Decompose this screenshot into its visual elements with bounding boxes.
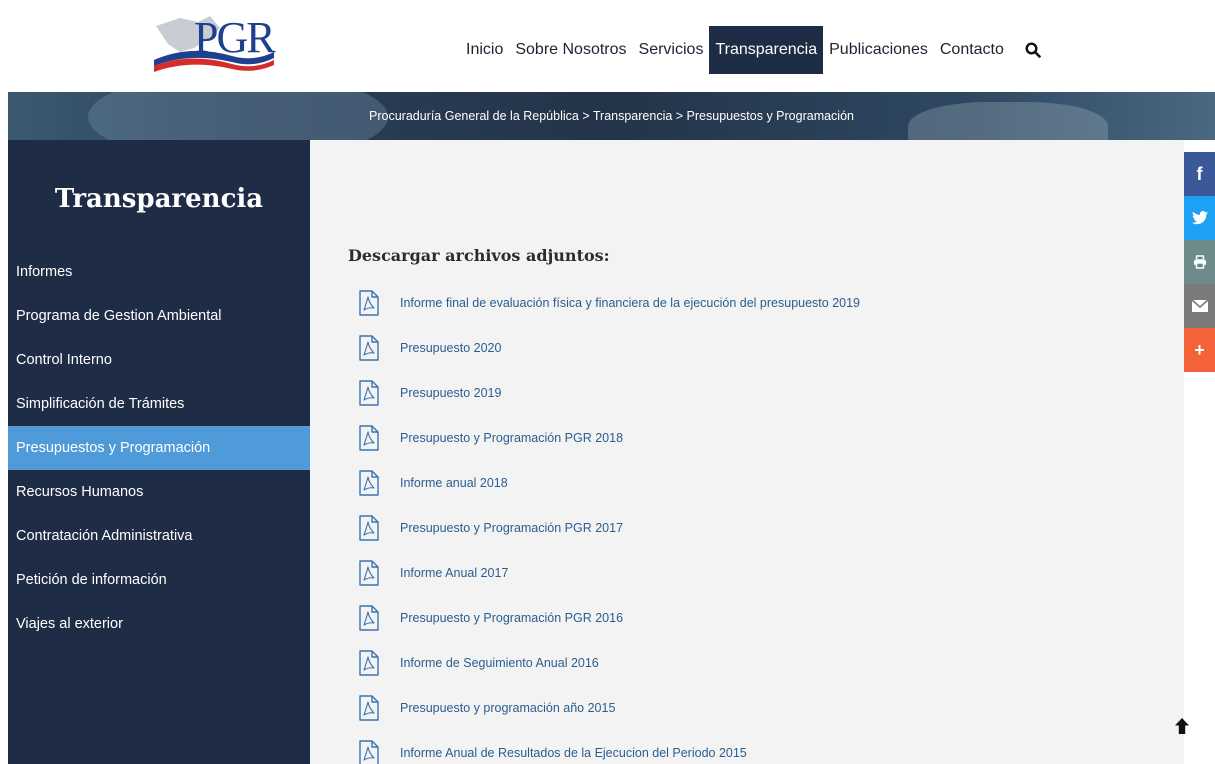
main-content: Descargar archivos adjuntos: Informe fin… bbox=[310, 140, 1184, 764]
sidebar: Transparencia Informes Programa de Gesti… bbox=[8, 140, 310, 764]
pdf-file-icon bbox=[359, 335, 379, 361]
attachment-link[interactable]: Informe anual 2018 bbox=[400, 476, 508, 490]
attachment-item[interactable]: Presupuesto y Programación PGR 2017 bbox=[358, 515, 1158, 560]
arrow-up-icon bbox=[1175, 718, 1189, 734]
pdf-file-icon bbox=[359, 740, 379, 764]
attachment-link[interactable]: Presupuesto y Programación PGR 2016 bbox=[400, 611, 623, 625]
nav-transparencia[interactable]: Transparencia bbox=[709, 26, 824, 74]
pdf-file-icon bbox=[359, 470, 379, 496]
attachment-item[interactable]: Informe Anual de Resultados de la Ejecuc… bbox=[358, 740, 1158, 764]
sidebar-item-simplificacion-tramites[interactable]: Simplificación de Trámites bbox=[8, 382, 310, 426]
sidebar-item-recursos-humanos[interactable]: Recursos Humanos bbox=[8, 470, 310, 514]
page-banner: Procuraduría General de la República > T… bbox=[8, 92, 1215, 140]
email-share-button[interactable] bbox=[1184, 284, 1215, 328]
attachment-link[interactable]: Presupuesto y Programación PGR 2018 bbox=[400, 431, 623, 445]
sidebar-item-contratacion[interactable]: Contratación Administrativa bbox=[8, 514, 310, 558]
attachment-link[interactable]: Presupuesto y programación año 2015 bbox=[400, 701, 615, 715]
logo-text: PGR bbox=[194, 13, 276, 62]
social-share-bar: f + bbox=[1184, 152, 1215, 372]
sidebar-item-viajes-exterior[interactable]: Viajes al exterior bbox=[8, 602, 310, 646]
sidebar-item-gestion-ambiental[interactable]: Programa de Gestion Ambiental bbox=[8, 294, 310, 338]
more-share-button[interactable]: + bbox=[1184, 328, 1215, 372]
attachment-link[interactable]: Presupuesto 2019 bbox=[400, 386, 501, 400]
main-nav: Inicio Sobre Nosotros Servicios Transpar… bbox=[460, 26, 1048, 74]
attachment-item[interactable]: Informe final de evaluación física y fin… bbox=[358, 290, 1158, 335]
attachment-item[interactable]: Presupuesto y Programación PGR 2018 bbox=[358, 425, 1158, 470]
nav-inicio[interactable]: Inicio bbox=[460, 26, 509, 74]
email-icon bbox=[1191, 300, 1208, 312]
pdf-file-icon bbox=[359, 425, 379, 451]
attachment-link[interactable]: Informe Anual 2017 bbox=[400, 566, 508, 580]
search-icon bbox=[1025, 42, 1041, 58]
pdf-file-icon bbox=[359, 380, 379, 406]
attachment-item[interactable]: Informe de Seguimiento Anual 2016 bbox=[358, 650, 1158, 695]
search-button[interactable] bbox=[1018, 26, 1048, 74]
attachments-list: Informe final de evaluación física y fin… bbox=[358, 290, 1158, 764]
pdf-file-icon bbox=[359, 560, 379, 586]
twitter-icon bbox=[1191, 211, 1208, 225]
attachments-heading: Descargar archivos adjuntos: bbox=[348, 246, 610, 265]
attachment-item[interactable]: Informe anual 2018 bbox=[358, 470, 1158, 515]
sidebar-item-presupuestos[interactable]: Presupuestos y Programación bbox=[8, 426, 310, 470]
pgr-logo[interactable]: PGR bbox=[150, 8, 278, 80]
nav-servicios[interactable]: Servicios bbox=[633, 26, 710, 74]
nav-contacto[interactable]: Contacto bbox=[934, 26, 1010, 74]
attachment-link[interactable]: Presupuesto 2020 bbox=[400, 341, 501, 355]
attachment-item[interactable]: Presupuesto y programación año 2015 bbox=[358, 695, 1158, 740]
attachment-link[interactable]: Informe final de evaluación física y fin… bbox=[400, 296, 860, 310]
attachment-link[interactable]: Presupuesto y Programación PGR 2017 bbox=[400, 521, 623, 535]
attachment-item[interactable]: Presupuesto 2020 bbox=[358, 335, 1158, 380]
attachment-link[interactable]: Informe Anual de Resultados de la Ejecuc… bbox=[400, 746, 747, 760]
page: PGR Inicio Sobre Nosotros Servicios Tran… bbox=[0, 0, 1215, 764]
sidebar-menu: Informes Programa de Gestion Ambiental C… bbox=[8, 250, 310, 646]
sidebar-item-informes[interactable]: Informes bbox=[8, 250, 310, 294]
facebook-icon: f bbox=[1196, 163, 1203, 184]
facebook-share-button[interactable]: f bbox=[1184, 152, 1215, 196]
sidebar-title: Transparencia bbox=[54, 184, 264, 214]
back-to-top-button[interactable] bbox=[1168, 712, 1196, 740]
pdf-file-icon bbox=[359, 695, 379, 721]
pdf-file-icon bbox=[359, 650, 379, 676]
attachment-item[interactable]: Presupuesto y Programación PGR 2016 bbox=[358, 605, 1158, 650]
print-icon bbox=[1193, 255, 1206, 269]
pdf-file-icon bbox=[359, 605, 379, 631]
sidebar-item-peticion-informacion[interactable]: Petición de información bbox=[8, 558, 310, 602]
print-button[interactable] bbox=[1184, 240, 1215, 284]
twitter-share-button[interactable] bbox=[1184, 196, 1215, 240]
attachment-item[interactable]: Presupuesto 2019 bbox=[358, 380, 1158, 425]
plus-icon: + bbox=[1194, 339, 1205, 360]
pdf-file-icon bbox=[359, 515, 379, 541]
attachment-link[interactable]: Informe de Seguimiento Anual 2016 bbox=[400, 656, 599, 670]
breadcrumb[interactable]: Procuraduría General de la República > T… bbox=[8, 92, 1215, 140]
sidebar-item-control-interno[interactable]: Control Interno bbox=[8, 338, 310, 382]
nav-publicaciones[interactable]: Publicaciones bbox=[823, 26, 934, 74]
nav-sobre-nosotros[interactable]: Sobre Nosotros bbox=[509, 26, 632, 74]
attachment-item[interactable]: Informe Anual 2017 bbox=[358, 560, 1158, 605]
pdf-file-icon bbox=[359, 290, 379, 316]
site-header: PGR Inicio Sobre Nosotros Servicios Tran… bbox=[0, 0, 1215, 92]
